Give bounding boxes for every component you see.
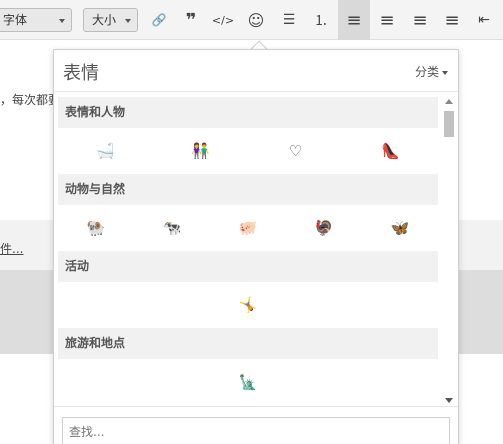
section-header: 活动	[58, 251, 438, 282]
statue-of-liberty-icon[interactable]: 🗽	[236, 370, 260, 394]
justify-button[interactable]: ≡	[438, 6, 466, 34]
align-center-icon: ≡	[379, 9, 395, 31]
size-select-label: 大小	[92, 13, 117, 27]
numbered-list-button[interactable]: ⒈	[307, 6, 335, 34]
bathtub-icon[interactable]: 🛁	[94, 139, 118, 163]
section-header: 旅游和地点	[58, 328, 438, 359]
popup-title: 表情	[63, 63, 99, 84]
attachment-link[interactable]: 件...	[0, 240, 23, 257]
popup-footer	[54, 406, 458, 444]
emoji-icon: ☺	[247, 10, 265, 30]
justify-icon: ≡	[444, 9, 460, 31]
align-center-button[interactable]: ≡	[373, 6, 401, 34]
people-icon[interactable]: 👫	[189, 139, 213, 163]
align-left-icon: ≡	[346, 9, 362, 31]
quote-icon: ❞	[185, 9, 197, 31]
emoji-popup: 表情 分类 表情和人物 🛁 👫 ♡ 👠 动物与自然 🐏 🐄 🐖 🦃 🦋 活动 🤸…	[53, 49, 459, 444]
pig-icon[interactable]: 🐖	[236, 216, 260, 240]
emoji-row: 🛁 👫 ♡ 👠	[58, 128, 438, 174]
emoji-list[interactable]: 表情和人物 🛁 👫 ♡ 👠 动物与自然 🐏 🐄 🐖 🦃 🦋 活动 🤸 旅游和地点…	[58, 97, 438, 405]
scroll-down-icon[interactable]	[445, 398, 453, 403]
align-right-button[interactable]: ≡	[406, 6, 434, 34]
outdent-button[interactable]: ⇤	[470, 6, 498, 34]
cow-icon[interactable]: 🐄	[160, 216, 184, 240]
code-icon: </>	[211, 13, 235, 27]
popup-header: 表情 分类	[54, 50, 458, 92]
font-select[interactable]: 字体	[0, 8, 72, 32]
category-label: 分类	[414, 65, 439, 79]
emoji-button[interactable]: ☺	[242, 6, 270, 34]
align-left-button[interactable]: ≡	[338, 0, 370, 40]
link-button[interactable]: 🔗	[145, 6, 173, 34]
quote-button[interactable]: ❞	[177, 6, 205, 34]
butterfly-icon[interactable]: 🦋	[388, 216, 412, 240]
category-dropdown[interactable]: 分类	[415, 63, 448, 80]
chevron-down-icon	[125, 19, 131, 23]
sports-icon[interactable]: 🤸	[236, 293, 260, 317]
align-right-icon: ≡	[412, 9, 428, 31]
heart-icon[interactable]: ♡	[284, 139, 308, 163]
size-select[interactable]: 大小	[83, 8, 138, 32]
bullet-list-button[interactable]: ☰	[275, 6, 303, 34]
font-select-label: 字体	[3, 13, 28, 27]
high-heel-icon[interactable]: 👠	[379, 139, 403, 163]
emoji-row: 🗽	[58, 359, 438, 405]
emoji-row: 🐏 🐄 🐖 🦃 🦋	[58, 205, 438, 251]
numbered-list-icon: ⒈	[314, 13, 328, 29]
turkey-icon[interactable]: 🦃	[312, 216, 336, 240]
section-header: 表情和人物	[58, 97, 438, 128]
scrollbar-thumb[interactable]	[444, 111, 454, 137]
chevron-down-icon	[59, 19, 65, 23]
section-header: 动物与自然	[58, 174, 438, 205]
ram-icon[interactable]: 🐏	[84, 216, 108, 240]
outdent-icon: ⇤	[478, 12, 490, 28]
emoji-row: 🤸	[58, 282, 438, 328]
link-icon: 🔗	[151, 13, 167, 27]
emoji-search-input[interactable]	[62, 417, 450, 444]
bullet-list-icon: ☰	[282, 12, 296, 28]
chevron-down-icon	[442, 70, 448, 75]
scrollbar[interactable]	[443, 97, 455, 405]
code-button[interactable]: </>	[209, 6, 237, 34]
editor-toolbar: 字体 大小 🔗 ❞ </> ☺ ☰ ⒈ ≡ ≡ ≡ ≡ ⇤	[0, 0, 503, 40]
scroll-up-icon[interactable]	[445, 99, 453, 104]
editor-text: ，每次都要	[0, 93, 61, 107]
